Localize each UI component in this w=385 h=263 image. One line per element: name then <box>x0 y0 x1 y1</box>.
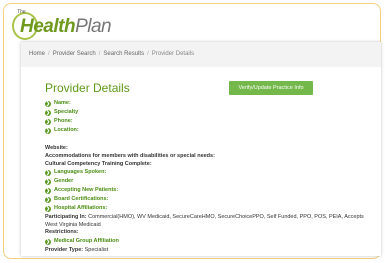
breadcrumb-provider-search[interactable]: Provider Search <box>53 51 96 57</box>
field-participating-in: Participating In: Commercial(HMO), WV Me… <box>45 214 364 228</box>
participating-value: Commercial(HMO), WV Medicaid, SecureCare… <box>45 214 364 228</box>
chevron-right-icon: ❯ <box>45 128 51 134</box>
breadcrumb-search-results[interactable]: Search Results <box>103 51 144 57</box>
logo-small-text: The <box>17 9 26 15</box>
field-languages[interactable]: ❯ Languages Spoken: <box>45 169 106 176</box>
field-gender[interactable]: ❯ Gender <box>45 178 73 185</box>
field-cultural-competency: Cultural Competency Training Complete: <box>45 161 152 167</box>
breadcrumb: Home / Provider Search / Search Results / Prov… <box>21 42 381 67</box>
field-name[interactable]: ❯ Name: <box>45 100 71 107</box>
field-provider-type: Provider Type: Specialist <box>45 247 109 253</box>
verify-update-button[interactable]: Verify/Update Practice Info <box>229 81 313 95</box>
chevron-right-icon: ❯ <box>45 119 51 125</box>
chevron-right-icon: ❯ <box>45 197 51 203</box>
field-board-certifications[interactable]: ❯ Board Certifications: <box>45 196 108 203</box>
content-panel: Home / Provider Search / Search Results / Prov… <box>21 42 381 256</box>
breadcrumb-home[interactable]: Home <box>29 51 45 57</box>
provider-type-value: Specialist <box>84 247 109 253</box>
logo-wordmark: HealthPlan <box>20 16 112 37</box>
chevron-right-icon: ❯ <box>45 110 51 116</box>
chevron-right-icon: ❯ <box>45 170 51 176</box>
field-website: Website: <box>45 145 68 151</box>
chevron-right-icon: ❯ <box>45 101 51 107</box>
field-accommodations: Accommodations for members with disabili… <box>45 153 215 159</box>
chevron-right-icon: ❯ <box>45 188 51 194</box>
field-accepting-new-patients[interactable]: ❯ Accepting New Patients: <box>45 187 118 194</box>
field-location[interactable]: ❯ Location: <box>45 127 79 134</box>
field-restrictions: Restrictions: <box>45 229 79 235</box>
field-phone[interactable]: ❯ Phone: <box>45 118 73 125</box>
page-title: Provider Details <box>45 81 130 95</box>
chevron-right-icon: ❯ <box>45 239 51 245</box>
field-specialty[interactable]: ❯ Specialty <box>45 109 78 116</box>
field-hospital-affiliations[interactable]: ❯ Hospital Affiliations: <box>45 205 107 212</box>
chevron-right-icon: ❯ <box>45 179 51 185</box>
field-medical-group[interactable]: ❯ Medical Group Affiliation <box>45 238 119 245</box>
breadcrumb-provider-details: Provider Details <box>151 51 195 57</box>
chevron-right-icon: ❯ <box>45 206 51 212</box>
